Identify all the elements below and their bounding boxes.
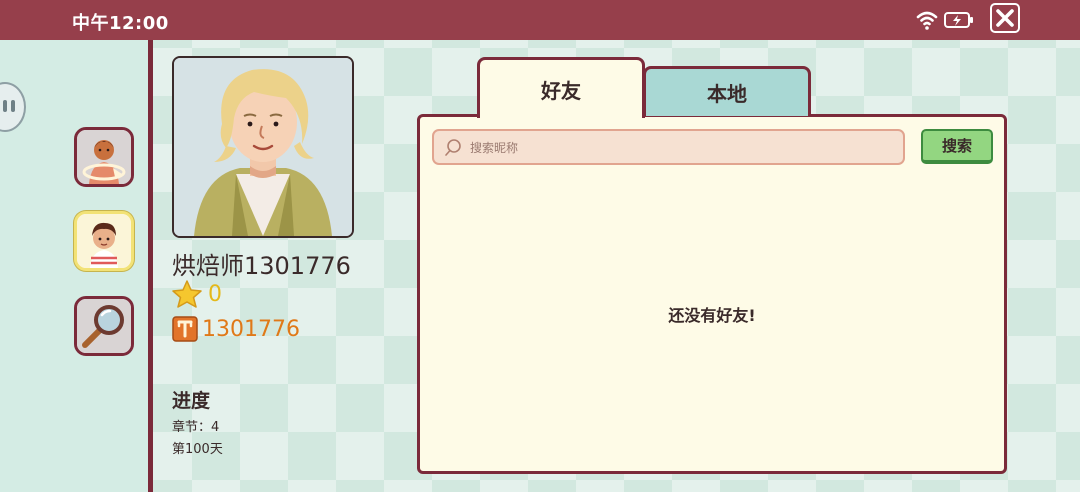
player-id: 1301776 [172, 315, 300, 343]
player-name: 烘焙师1301776 [172, 252, 351, 280]
clock-time: 中午12:00 [72, 13, 169, 34]
progress-title: 进度 [172, 390, 211, 412]
progress-chapter: 章节：4 [172, 420, 220, 435]
sidebar-divider [148, 40, 153, 492]
wifi-icon [916, 11, 938, 30]
search-button[interactable]: 搜索 [921, 129, 993, 164]
tab-friends[interactable]: 好友 [477, 57, 645, 118]
player-id-value: 1301776 [202, 316, 300, 342]
player-portrait-image [174, 58, 352, 236]
friends-panel [417, 114, 1007, 474]
player-portrait [172, 56, 354, 238]
sidebar-search-button[interactable] [74, 296, 134, 356]
star-icon [172, 280, 202, 308]
world-character-icon [77, 130, 131, 184]
player-avatar-icon [77, 214, 131, 268]
sidebar-world-button[interactable] [74, 127, 134, 187]
magnifier-icon [77, 299, 131, 353]
search-field[interactable] [432, 129, 905, 165]
status-bar: 中午12:00 [0, 0, 1080, 40]
star-count-value: 0 [208, 281, 222, 307]
battery-charging-icon [944, 12, 973, 28]
pause-icon [3, 100, 7, 112]
close-button[interactable] [990, 3, 1020, 33]
search-icon [445, 139, 461, 156]
star-count: 0 [172, 280, 222, 308]
id-badge-icon [172, 316, 198, 342]
pause-icon [11, 100, 15, 112]
tab-local[interactable]: 本地 [643, 66, 811, 116]
search-input[interactable] [468, 131, 892, 165]
close-icon [996, 9, 1014, 27]
sidebar-profile-button[interactable] [74, 211, 134, 271]
progress-day: 第100天 [172, 442, 223, 457]
empty-friends-message: 还没有好友! [668, 306, 756, 325]
